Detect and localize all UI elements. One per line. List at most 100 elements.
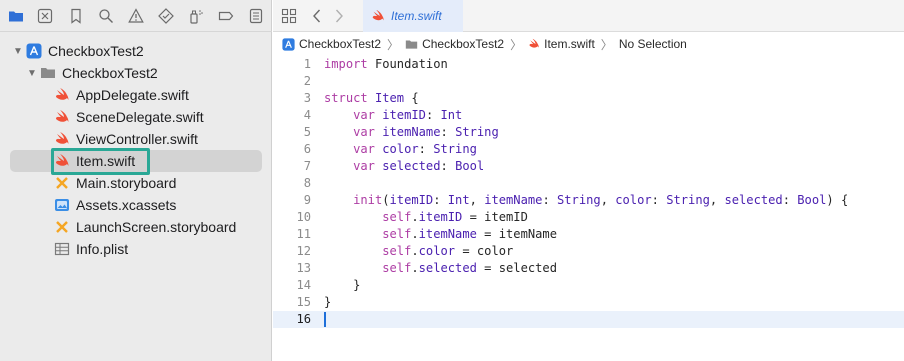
code-text: var selected: Bool (353, 159, 485, 173)
code-line: 14 } (273, 277, 904, 294)
jumpbar-label: Item.swift (544, 37, 595, 51)
jumpbar-label: No Selection (618, 37, 687, 51)
code-line: 6 var color: String (273, 141, 904, 158)
project-navigator: ▼ CheckboxTest2 ▼ CheckboxTest2 AppDeleg… (0, 0, 272, 361)
bookmark-icon[interactable] (66, 6, 86, 26)
tree-item-label: Assets.xcassets (76, 197, 177, 213)
tree-item-label: CheckboxTest2 (48, 43, 144, 59)
report-icon[interactable] (246, 6, 266, 26)
source-editor: Item.swift CheckboxTest2 〉 CheckboxTest2… (273, 0, 904, 361)
line-number: 8 (303, 176, 311, 190)
code-line: 15 } (273, 294, 904, 311)
search-icon[interactable] (96, 6, 116, 26)
code-text: var itemName: String (353, 125, 499, 139)
xcode-project-icon (282, 37, 295, 51)
code-line: 2 (273, 73, 904, 90)
code-text: init(itemID: Int, itemName: String, colo… (353, 193, 849, 207)
code-text: self.itemID = itemID (382, 210, 528, 224)
chevron-right-icon: 〉 (387, 37, 400, 52)
line-number: 1 (303, 57, 311, 71)
tree-item-group-folder[interactable]: ▼ CheckboxTest2 (0, 62, 272, 84)
tree-item-project[interactable]: ▼ CheckboxTest2 (0, 40, 272, 62)
tree-item-label: SceneDelegate.swift (76, 109, 204, 125)
folder-icon (40, 65, 56, 81)
code-text: var itemID: Int (353, 108, 463, 122)
tree-item-file[interactable]: Main.storyboard (0, 172, 272, 194)
code-line: 7 var selected: Bool (273, 158, 904, 175)
line-number: 5 (303, 125, 311, 139)
code-line: 10 self.itemID = itemID (273, 209, 904, 226)
swift-file-icon (54, 131, 70, 147)
jumpbar-group[interactable]: CheckboxTest2 (405, 37, 504, 51)
line-number: 4 (303, 108, 311, 122)
jumpbar-label: CheckboxTest2 (299, 37, 382, 51)
code-line: 8 (273, 175, 904, 192)
tree-item-file[interactable]: Info.plist (0, 238, 272, 260)
tree-item-file[interactable]: LaunchScreen.storyboard (0, 216, 272, 238)
jumpbar-project[interactable]: CheckboxTest2 (282, 37, 381, 51)
grid-icon[interactable] (279, 6, 299, 26)
folder-icon (405, 39, 418, 49)
jumpbar-symbol[interactable]: No Selection (619, 37, 687, 51)
tree-item-label: CheckboxTest2 (62, 65, 158, 81)
tree-item-label: Info.plist (76, 241, 129, 257)
text-cursor (324, 312, 326, 327)
code-text: struct Item { (324, 91, 419, 105)
chevron-right-icon: 〉 (600, 37, 613, 52)
line-number: 9 (303, 193, 311, 207)
code-line: 13 self.selected = selected (273, 260, 904, 277)
issue-warning-icon[interactable] (126, 6, 146, 26)
chevron-right-icon[interactable] (329, 6, 349, 26)
tree-item-file[interactable]: ViewController.swift (0, 128, 272, 150)
chevron-left-icon[interactable] (307, 6, 327, 26)
xcode-project-icon (26, 43, 42, 59)
tree-item-file[interactable]: AppDelegate.swift (0, 84, 272, 106)
jumpbar-file[interactable]: Item.swift (528, 37, 595, 51)
folder-icon[interactable] (6, 6, 26, 26)
code-text: self.color = color (382, 244, 514, 258)
tab-item-swift[interactable]: Item.swift (363, 0, 463, 32)
swift-file-icon (371, 9, 385, 23)
tab-label: Item.swift (391, 9, 442, 23)
code-line: 5 var itemName: String (273, 124, 904, 141)
tree-item-file[interactable]: SceneDelegate.swift (0, 106, 272, 128)
plist-table-icon (54, 241, 70, 257)
storyboard-file-icon (54, 175, 70, 191)
code-text: self.itemName = itemName (382, 227, 557, 241)
code-text: self.selected = selected (382, 261, 557, 275)
code-line: 4 var itemID: Int (273, 107, 904, 124)
line-number: 6 (303, 142, 311, 156)
tree-item-label: Main.storyboard (76, 175, 177, 191)
code-line-current: 16 (273, 311, 904, 328)
line-number: 11 (296, 227, 311, 241)
annotation-highlight-box (51, 148, 150, 175)
swift-file-icon (529, 38, 539, 48)
line-number: 3 (303, 91, 311, 105)
line-number: 15 (296, 295, 311, 309)
code-line: 12 self.color = color (273, 243, 904, 260)
tree-item-file[interactable]: Assets.xcassets (0, 194, 272, 216)
jumpbar-label: CheckboxTest2 (422, 37, 505, 51)
tree-item-label: AppDelegate.swift (76, 87, 189, 103)
code-text: var color: String (353, 142, 477, 156)
code-text: } (324, 278, 361, 292)
editor-tab-bar: Item.swift (273, 0, 904, 32)
code-line: 9 init(itemID: Int, itemName: String, co… (273, 192, 904, 209)
line-number: 13 (296, 261, 311, 275)
chevron-down-icon[interactable]: ▼ (12, 44, 24, 58)
chevron-down-icon[interactable]: ▼ (26, 66, 38, 80)
code-line: 11 self.itemName = itemName (273, 226, 904, 243)
jump-bar: CheckboxTest2 〉 CheckboxTest2 〉 Item.swi… (273, 33, 904, 55)
line-number: 16 (296, 312, 311, 326)
tree-item-label: LaunchScreen.storyboard (76, 219, 237, 235)
code-text: } (324, 295, 332, 309)
test-diamond-icon[interactable] (156, 6, 176, 26)
debug-spray-icon[interactable] (186, 6, 206, 26)
line-number: 12 (296, 244, 311, 258)
storyboard-file-icon (54, 219, 70, 235)
line-number: 2 (303, 74, 311, 88)
code-line: 3 struct Item { (273, 90, 904, 107)
breakpoint-icon[interactable] (216, 6, 236, 26)
source-control-icon[interactable] (35, 6, 55, 26)
tree-item-label: ViewController.swift (76, 131, 198, 147)
